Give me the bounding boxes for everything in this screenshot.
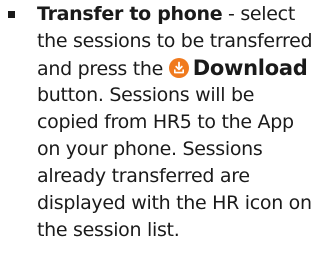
bullet-title: Transfer to phone: [37, 3, 223, 25]
text-line-5: copied from HR5 to the App: [37, 111, 294, 133]
download-label: Download: [192, 56, 308, 80]
bullet-item-transfer-to-phone: Transfer to phone - select the sessions …: [0, 0, 329, 258]
text-line-3: and press the Download: [37, 56, 308, 81]
text-line-4: button. Sessions will be: [37, 84, 255, 106]
text-line-1: Transfer to phone - select: [37, 2, 295, 26]
bullet-marker: [8, 11, 15, 18]
text-line-9: the session list.: [37, 219, 180, 241]
text-line-6: on your phone. Sessions: [37, 138, 263, 160]
bullet-title-suffix: - select: [222, 3, 295, 25]
text-line-2: the sessions to be transferred: [37, 30, 313, 52]
download-icon: [168, 58, 189, 78]
text-line-8: displayed with the HR icon on: [37, 192, 312, 214]
text-line-7: already transferred are: [37, 165, 250, 187]
line3-prefix: and press the: [37, 58, 169, 80]
